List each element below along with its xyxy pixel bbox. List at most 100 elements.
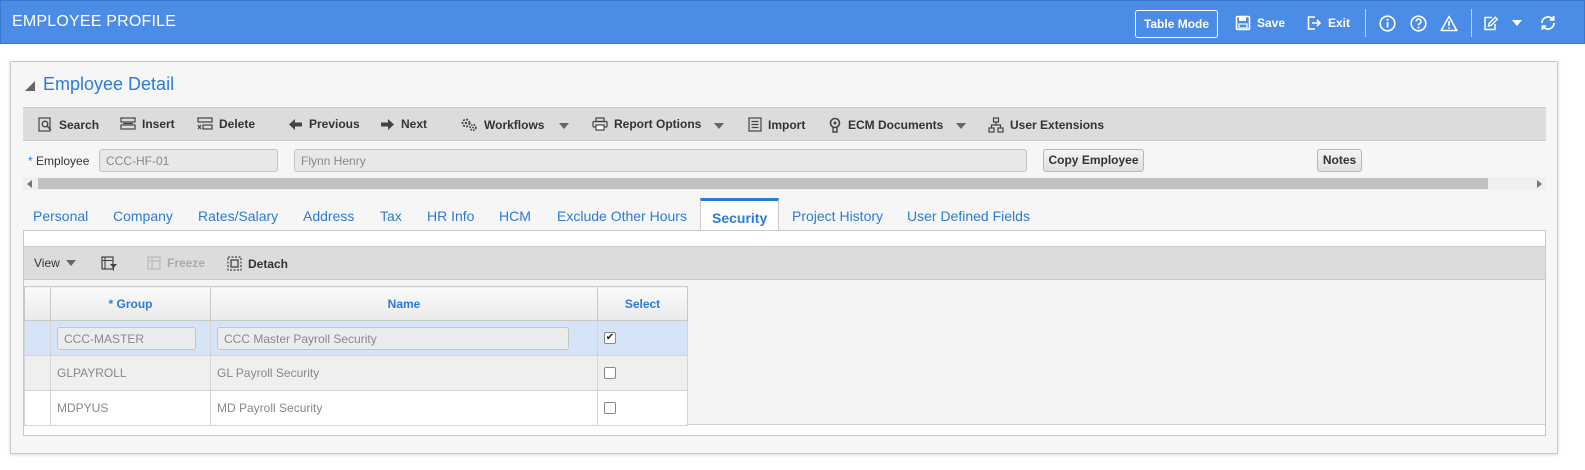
view-menu-button[interactable]: View <box>34 256 76 270</box>
insert-button[interactable]: Insert <box>120 117 175 131</box>
save-button[interactable]: Save <box>1235 15 1285 31</box>
tab-user-defined-fields[interactable]: User Defined Fields <box>907 208 1030 224</box>
table-row[interactable]: CCC-MASTER CCC Master Payroll Security ✔ <box>24 320 688 356</box>
tab-address[interactable]: Address <box>303 208 354 224</box>
section-header[interactable]: Employee Detail <box>25 74 174 95</box>
exit-icon <box>1307 16 1322 30</box>
filter-icon <box>101 256 117 271</box>
warning-icon[interactable] <box>1440 14 1458 32</box>
scroll-left-icon[interactable] <box>27 180 32 188</box>
employee-detail-panel: Employee Detail Search Insert Delete Pre… <box>10 61 1558 454</box>
gears-icon <box>461 118 477 132</box>
help-icon[interactable] <box>1409 14 1427 32</box>
info-icon[interactable] <box>1378 14 1396 32</box>
table-row[interactable]: MDPYUS MD Payroll Security <box>24 390 688 426</box>
detach-icon <box>227 256 242 271</box>
insert-label: Insert <box>142 117 175 131</box>
name-cell[interactable]: MD Payroll Security <box>210 390 598 426</box>
scroll-right-icon[interactable] <box>1537 180 1542 188</box>
employee-label: * Employee <box>28 154 89 168</box>
view-label: View <box>34 256 60 270</box>
divider <box>1471 9 1472 37</box>
edit-icon[interactable] <box>1481 14 1499 32</box>
security-groups-table: * Group Name Select CCC-MASTER CCC Maste… <box>24 286 688 426</box>
name-cell[interactable]: CCC Master Payroll Security <box>210 320 598 356</box>
tab-tax[interactable]: Tax <box>380 208 402 224</box>
search-button[interactable]: Search <box>38 117 99 132</box>
chevron-down-icon[interactable] <box>1508 14 1526 32</box>
previous-button[interactable]: Previous <box>288 117 360 131</box>
detach-button[interactable]: Detach <box>227 256 288 271</box>
freeze-icon <box>147 256 161 270</box>
name-input[interactable]: CCC Master Payroll Security <box>217 326 569 350</box>
user-extensions-button[interactable]: User Extensions <box>988 117 1104 133</box>
import-icon <box>748 117 762 132</box>
freeze-button[interactable]: Freeze <box>147 256 205 270</box>
table-mode-button[interactable]: Table Mode <box>1135 10 1218 38</box>
select-checkbox[interactable] <box>604 402 616 414</box>
workflows-button[interactable]: Workflows <box>460 117 544 132</box>
ecm-documents-dropdown-icon[interactable] <box>956 123 966 129</box>
employee-id-field[interactable]: CCC-HF-01 <box>99 149 278 172</box>
group-cell[interactable]: CCC-MASTER <box>50 320 211 356</box>
row-selector-header[interactable] <box>24 286 51 321</box>
grid-toolbar: View Freeze Detach <box>24 246 1545 280</box>
filter-button[interactable] <box>101 256 118 271</box>
tab-rates-salary[interactable]: Rates/Salary <box>198 208 278 224</box>
select-cell[interactable] <box>597 355 688 391</box>
select-column-header[interactable]: Select <box>597 286 688 321</box>
report-options-label: Report Options <box>614 117 702 131</box>
tab-hcm[interactable]: HCM <box>499 208 531 224</box>
select-cell[interactable]: ✔ <box>597 320 688 356</box>
save-icon <box>1235 15 1251 31</box>
exit-button[interactable]: Exit <box>1306 15 1350 31</box>
row-selector[interactable] <box>24 355 51 391</box>
section-title: Employee Detail <box>43 74 175 94</box>
search-label: Search <box>59 117 100 132</box>
arrow-left-icon <box>289 118 302 130</box>
ecm-documents-button[interactable]: ECM Documents <box>828 117 943 133</box>
next-label: Next <box>401 117 428 131</box>
name-column-header[interactable]: Name <box>210 286 598 321</box>
title-bar: EMPLOYEE PROFILE Table Mode Save Exit <box>0 0 1585 44</box>
next-button[interactable]: Next <box>380 117 427 131</box>
group-input[interactable]: CCC-MASTER <box>57 326 196 350</box>
tab-security[interactable]: Security <box>700 198 780 232</box>
notes-button[interactable]: Notes <box>1317 149 1362 172</box>
table-row[interactable]: GLPAYROLL GL Payroll Security <box>24 355 688 391</box>
freeze-label: Freeze <box>167 256 206 270</box>
name-cell[interactable]: GL Payroll Security <box>210 355 598 391</box>
tab-company[interactable]: Company <box>113 208 173 224</box>
tab-exclude-other-hours[interactable]: Exclude Other Hours <box>557 208 687 224</box>
import-button[interactable]: Import <box>748 117 805 132</box>
group-column-header[interactable]: * Group <box>50 286 211 321</box>
exit-label: Exit <box>1328 16 1351 30</box>
delete-button[interactable]: Delete <box>197 117 255 131</box>
row-selector[interactable] <box>24 390 51 426</box>
employee-label-text: Employee <box>36 154 90 168</box>
tab-project-history[interactable]: Project History <box>792 208 883 224</box>
select-cell[interactable] <box>597 390 688 426</box>
report-options-button[interactable]: Report Options <box>592 117 701 131</box>
refresh-icon[interactable] <box>1539 14 1557 32</box>
ecm-documents-label: ECM Documents <box>848 118 944 132</box>
select-checkbox[interactable] <box>604 367 616 379</box>
collapse-icon[interactable] <box>25 81 35 91</box>
tab-personal[interactable]: Personal <box>33 208 88 224</box>
save-label: Save <box>1257 16 1286 30</box>
tab-hr-info[interactable]: HR Info <box>427 208 474 224</box>
row-selector[interactable] <box>24 320 51 356</box>
workflows-dropdown-icon[interactable] <box>559 123 569 129</box>
security-tab-panel: View Freeze Detach * Group Name Select C… <box>23 230 1546 436</box>
report-options-dropdown-icon[interactable] <box>714 123 724 129</box>
app-title: EMPLOYEE PROFILE <box>12 13 177 30</box>
delete-label: Delete <box>219 117 256 131</box>
horizontal-scrollbar[interactable] <box>23 177 1546 190</box>
scrollbar-thumb[interactable] <box>38 178 1488 189</box>
select-checkbox[interactable]: ✔ <box>604 332 616 344</box>
copy-employee-button[interactable]: Copy Employee <box>1043 149 1144 172</box>
group-cell[interactable]: MDPYUS <box>50 390 211 426</box>
employee-name-field[interactable]: Flynn Henry <box>294 149 1027 172</box>
group-cell[interactable]: GLPAYROLL <box>50 355 211 391</box>
divider <box>1365 9 1366 37</box>
